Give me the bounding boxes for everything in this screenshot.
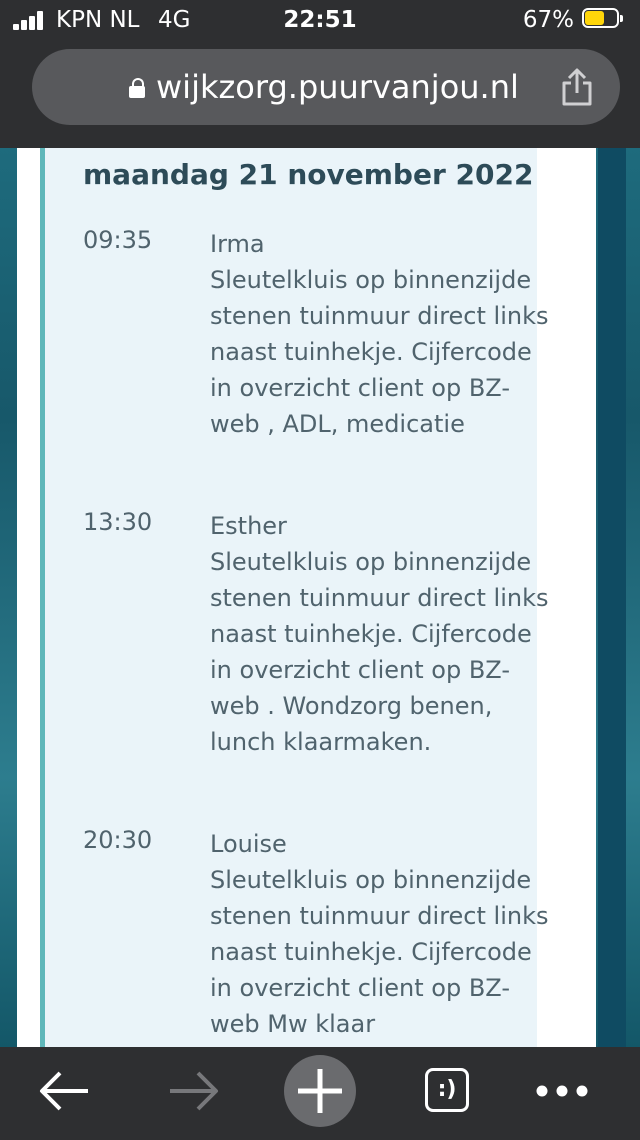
back-button[interactable] <box>36 1047 96 1136</box>
plus-icon <box>298 1069 342 1113</box>
entry-time: 20:30 <box>83 826 153 854</box>
entry-note: Sleutelkluis op binnenzijde stenen tuinm… <box>210 548 549 756</box>
url-text[interactable]: wijkzorg.puurvanjou.nl <box>156 68 519 106</box>
entry-details: Louise Sleutelkluis op binnenzijde stene… <box>210 826 550 1042</box>
more-menu-button[interactable] <box>532 1047 592 1136</box>
entry-details: Esther Sleutelkluis op binnenzijde stene… <box>210 508 550 760</box>
tabs-button[interactable]: :) <box>425 1068 469 1112</box>
entry-caregiver: Louise <box>210 830 287 858</box>
arrow-left-icon <box>40 1071 88 1111</box>
entry-note: Sleutelkluis op binnenzijde stenen tuinm… <box>210 266 549 438</box>
entry-time: 09:35 <box>83 226 153 254</box>
entry-caregiver: Esther <box>210 512 287 540</box>
battery-icon <box>582 8 626 30</box>
new-tab-button[interactable] <box>284 1055 356 1127</box>
day-title: maandag 21 november 2022 <box>83 158 534 191</box>
browser-toolbar: :) <box>0 1047 640 1136</box>
entry-note: Sleutelkluis op binnenzijde stenen tuinm… <box>210 866 549 1038</box>
entry-time: 13:30 <box>83 508 153 536</box>
ellipsis-icon <box>536 1085 588 1097</box>
entry-caregiver: Irma <box>210 230 265 258</box>
address-bar[interactable]: wijkzorg.puurvanjou.nl <box>32 49 620 125</box>
lock-icon <box>129 78 145 98</box>
web-page: maandag 21 november 2022 09:35 Irma Sleu… <box>0 148 640 1047</box>
entry-details: Irma Sleutelkluis op binnenzijde stenen … <box>210 226 550 442</box>
arrow-right-icon <box>170 1071 218 1111</box>
battery-percentage: 67% <box>522 7 574 33</box>
page-background-edge <box>598 148 626 1047</box>
share-icon[interactable] <box>560 67 594 107</box>
status-bar: KPN NL 4G 22:51 67% <box>0 0 640 42</box>
forward-button[interactable] <box>164 1047 224 1136</box>
